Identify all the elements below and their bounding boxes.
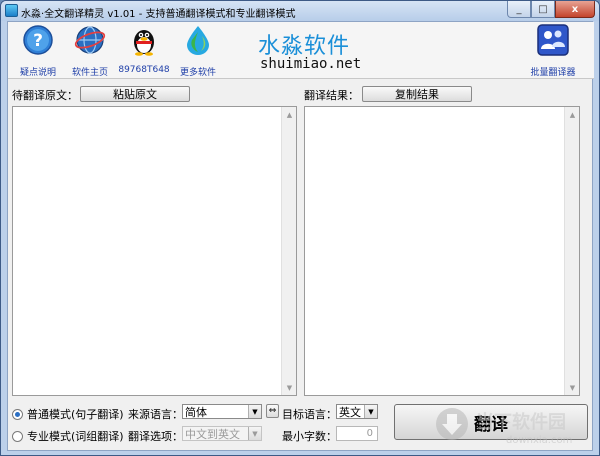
mode-pro-radio[interactable]: 专业模式(词组翻译): [12, 428, 124, 444]
swap-lang-button[interactable]: ⇔: [266, 404, 279, 418]
source-textarea[interactable]: ▲ ▼: [12, 106, 297, 396]
more-software-button[interactable]: 更多软件: [168, 24, 228, 78]
scroll-down-icon[interactable]: ▼: [565, 380, 580, 395]
brand-url: shuimiao.net: [260, 56, 362, 72]
target-lang-select[interactable]: 英文 ▼: [336, 404, 378, 419]
source-lang-value: 简体: [185, 405, 207, 419]
group-users-icon: [537, 24, 569, 56]
more-software-label: 更多软件: [179, 68, 216, 78]
qq-button[interactable]: 89768T648: [114, 24, 174, 75]
scroll-down-icon[interactable]: ▼: [282, 380, 297, 395]
target-lang-value: 英文: [339, 405, 361, 419]
source-label: 待翻译原文：: [12, 89, 78, 102]
source-scrollbar[interactable]: ▲ ▼: [281, 107, 296, 395]
help-button[interactable]: ? 疑点说明: [8, 24, 68, 78]
radio-unselected-icon: [12, 430, 23, 442]
result-textarea[interactable]: ▲ ▼: [304, 106, 580, 396]
qq-penguin-icon: [134, 30, 154, 56]
mode-normal-label: 普通模式(句子翻译): [27, 408, 124, 421]
water-drop-icon: [187, 26, 209, 55]
translate-option-value: 中文到英文: [185, 427, 240, 441]
scroll-up-icon[interactable]: ▲: [282, 107, 297, 122]
close-button[interactable]: x: [555, 1, 595, 18]
help-label: 疑点说明: [19, 68, 56, 78]
result-scrollbar[interactable]: ▲ ▼: [564, 107, 579, 395]
globe-icon: [74, 26, 106, 54]
translate-option-label: 翻译选项：: [128, 430, 183, 443]
batch-translator-label: 批量翻译器: [530, 68, 576, 78]
copy-result-button[interactable]: 复制结果: [362, 86, 472, 102]
chevron-down-icon: ▼: [364, 405, 377, 418]
radio-selected-icon: [12, 408, 23, 420]
translate-button[interactable]: 翻译: [394, 404, 588, 440]
scroll-up-icon[interactable]: ▲: [565, 107, 580, 122]
mode-normal-radio[interactable]: 普通模式(句子翻译): [12, 406, 124, 422]
toolbar: ? 疑点说明 软件主页 89768T648 更多软件 水淼软件 shuimiao…: [8, 22, 594, 79]
result-label: 翻译结果：: [304, 89, 359, 102]
chevron-down-icon: ▼: [248, 405, 261, 418]
qq-label: 89768T648: [118, 65, 170, 75]
window-title: 水淼·全文翻译精灵 v1.01 - 支持普通翻译模式和专业翻译模式: [21, 9, 296, 20]
batch-translator-button[interactable]: 批量翻译器: [522, 24, 584, 78]
source-lang-select[interactable]: 简体 ▼: [182, 404, 262, 419]
window-controls: _ □ x: [507, 1, 595, 18]
target-lang-label: 目标语言：: [282, 408, 337, 421]
app-icon: [5, 4, 18, 17]
title-bar[interactable]: 水淼·全文翻译精灵 v1.01 - 支持普通翻译模式和专业翻译模式 _ □ x: [1, 1, 599, 21]
homepage-button[interactable]: 软件主页: [60, 24, 120, 78]
source-lang-label: 来源语言：: [128, 408, 183, 421]
maximize-button[interactable]: □: [531, 1, 555, 18]
paste-button[interactable]: 粘贴原文: [80, 86, 190, 102]
help-icon: ?: [23, 25, 53, 55]
min-chars-input[interactable]: 0: [336, 426, 378, 441]
chevron-down-icon: ▼: [248, 427, 261, 440]
translate-option-select[interactable]: 中文到英文 ▼: [182, 426, 262, 441]
app-window: 水淼·全文翻译精灵 v1.01 - 支持普通翻译模式和专业翻译模式 _ □ x …: [0, 0, 600, 456]
minimize-button[interactable]: _: [507, 1, 531, 18]
min-chars-label: 最小字数：: [282, 430, 337, 443]
main-panel: ? 疑点说明 软件主页 89768T648 更多软件 水淼软件 shuimiao…: [7, 21, 594, 451]
mode-pro-label: 专业模式(词组翻译): [27, 430, 124, 443]
homepage-label: 软件主页: [71, 68, 108, 78]
svg-text:?: ?: [33, 31, 43, 51]
